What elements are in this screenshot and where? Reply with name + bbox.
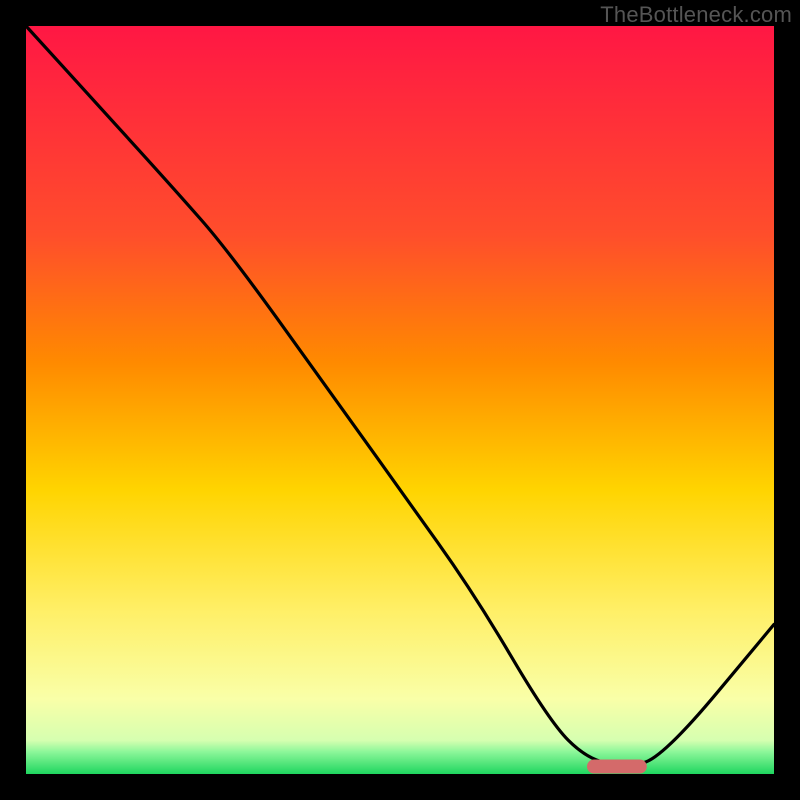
watermark-text: TheBottleneck.com	[600, 2, 792, 28]
gradient-background	[26, 26, 774, 774]
chart-container: TheBottleneck.com	[0, 0, 800, 800]
plot-area	[26, 26, 774, 774]
optimal-marker	[587, 760, 647, 774]
bottleneck-chart	[0, 0, 800, 800]
